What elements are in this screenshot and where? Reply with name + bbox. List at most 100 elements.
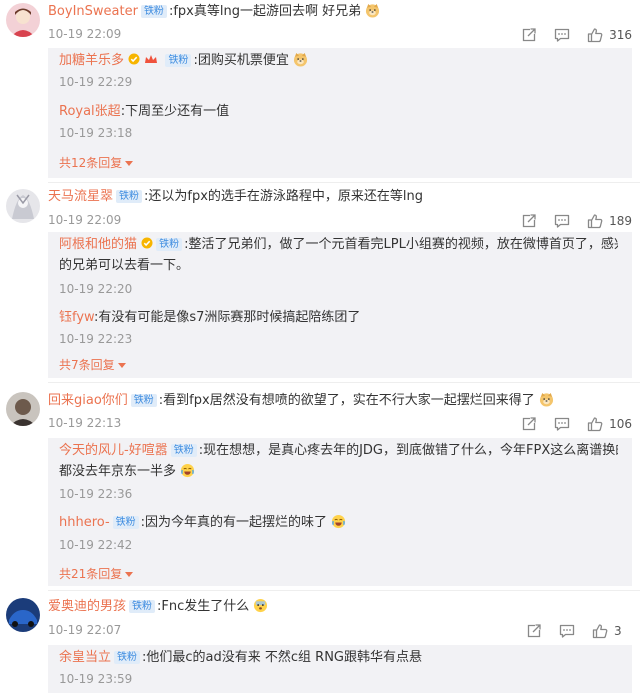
share-icon[interactable] (521, 416, 537, 432)
fan-badge[interactable]: 铁粉 (165, 54, 192, 67)
comment-icon[interactable] (559, 623, 575, 639)
doge-emoji (365, 3, 380, 18)
comment-username[interactable]: BoyInSweater (48, 4, 138, 19)
reply-time: 10-19 22:23 (59, 332, 133, 346)
reply-text-continued: 都没去年京东一半多 (59, 464, 177, 479)
like-icon[interactable] (587, 27, 603, 43)
reply-text: :有没有可能是像s7洲际赛那时候搞起陪练团了 (93, 310, 361, 325)
more-replies-label: 共21条回复 (59, 567, 123, 581)
comment-text: :Fnc发生了什么 (157, 599, 250, 614)
more-replies-link[interactable]: 共21条回复 (59, 565, 134, 582)
fan-badge[interactable]: 铁粉 (129, 600, 156, 613)
reply-time: 10-19 22:29 (59, 75, 133, 89)
comment-item: 回来giao你们 铁粉:看到fpx居然没有想喷的欲望了，实在不行大家一起摆烂回来得… (0, 386, 640, 591)
comment-body: BoyInSweater 铁粉:fpx真等lng一起游回去啊 好兄弟 (48, 3, 632, 21)
reply-item: 钰fyw:有没有可能是像s7洲际赛那时候搞起陪练团了 (59, 308, 618, 328)
reply-box: 余皇当立 铁粉:他们最c的ad没有来 不然c组 RNG跟韩华有点悬 10-19 2… (48, 645, 632, 693)
share-icon[interactable] (521, 213, 537, 229)
reply-box: 加糖羊乐多 铁粉:团购买机票便宜 10-19 22:29 Royal张超:下周至… (48, 48, 632, 178)
laugh-cry-emoji (180, 463, 195, 478)
reply-text: :现在想想，是真心疼去年的JDG，到底做错了什么，今年FPX这么离谱换的驽 (198, 443, 618, 458)
laugh-cry-emoji (331, 514, 346, 529)
comment-list: BoyInSweater 铁粉:fpx真等lng一起游回去啊 好兄弟 10-19 … (0, 0, 640, 693)
comment-time: 10-19 22:13 (48, 416, 122, 430)
comment-username[interactable]: 爱奥迪的男孩 (48, 599, 126, 614)
avatar[interactable] (6, 598, 40, 632)
reply-item: 余皇当立 铁粉:他们最c的ad没有来 不然c组 RNG跟韩华有点悬 (59, 648, 618, 668)
comment-icon[interactable] (554, 213, 570, 229)
doge-emoji (539, 392, 554, 407)
avatar[interactable] (6, 189, 40, 223)
comment-body: 爱奥迪的男孩 铁粉:Fnc发生了什么 (48, 598, 632, 616)
comment-actions: 316 (504, 27, 632, 43)
reply-username[interactable]: 阿根和他的猫 (59, 237, 137, 252)
reply-username[interactable]: 余皇当立 (59, 650, 111, 665)
reply-time: 10-19 23:59 (59, 672, 133, 686)
comment-body: 回来giao你们 铁粉:看到fpx居然没有想喷的欲望了，实在不行大家一起摆烂回来得… (48, 392, 632, 410)
comment-username[interactable]: 回来giao你们 (48, 393, 128, 408)
reply-text: :下周至少还有一值 (120, 104, 230, 119)
reply-username[interactable]: 今天的风儿-好喧嚣 (59, 443, 168, 458)
reply-item: hhhero- 铁粉:因为今年真的有一起摆烂的味了 (59, 513, 618, 533)
reply-item-continued: 都没去年京东一半多 (59, 462, 618, 482)
comment-body: 天马流星翠 铁粉:还以为fpx的选手在游泳路程中，原来还在等lng (48, 188, 632, 206)
fan-badge[interactable]: 铁粉 (140, 5, 167, 18)
comment-text: :还以为fpx的选手在游泳路程中，原来还在等lng (144, 189, 424, 204)
reply-username[interactable]: 钰fyw (59, 310, 94, 325)
fan-badge[interactable]: 铁粉 (112, 516, 139, 529)
reply-username[interactable]: 加糖羊乐多 (59, 53, 124, 68)
fan-badge[interactable]: 铁粉 (114, 651, 141, 664)
more-replies-label: 共7条回复 (59, 358, 115, 372)
fan-badge[interactable]: 铁粉 (116, 190, 143, 203)
like-icon[interactable] (587, 213, 603, 229)
comment-username[interactable]: 天马流星翠 (48, 189, 113, 204)
more-replies-link[interactable]: 共12条回复 (59, 154, 134, 171)
reply-item: 加糖羊乐多 铁粉:团购买机票便宜 (59, 51, 618, 71)
reply-text-continued: 的兄弟可以去看一下。 (59, 258, 190, 273)
comment-icon[interactable] (554, 416, 570, 432)
comment-item: 天马流星翠 铁粉:还以为fpx的选手在游泳路程中，原来还在等lng 10-19 2… (0, 186, 640, 381)
fan-badge[interactable]: 铁粉 (130, 394, 157, 407)
avatar[interactable] (6, 392, 40, 426)
fan-badge[interactable]: 铁粉 (170, 444, 197, 457)
share-icon[interactable] (526, 623, 542, 639)
reply-box: 阿根和他的猫 铁粉:整活了兄弟们，做了一个元首看完LPL小组赛的视频，放在微博首… (48, 232, 632, 378)
like-icon[interactable] (587, 416, 603, 432)
vip-icon (128, 53, 140, 65)
like-count: 106 (609, 417, 632, 431)
avatar[interactable] (6, 3, 40, 37)
more-replies-link[interactable]: 共7条回复 (59, 356, 126, 373)
reply-item: Royal张超:下周至少还有一值 (59, 102, 618, 122)
reply-text: :整活了兄弟们，做了一个元首看完LPL小组赛的视频，放在微博首页了，感兴趣 (184, 237, 618, 252)
share-icon[interactable] (521, 27, 537, 43)
fan-badge[interactable]: 铁粉 (156, 238, 183, 251)
comment-icon[interactable] (554, 27, 570, 43)
reply-box: 今天的风儿-好喧嚣 铁粉:现在想想，是真心疼去年的JDG，到底做错了什么，今年FP… (48, 438, 632, 586)
more-replies-label: 共12条回复 (59, 156, 123, 170)
scared-emoji (253, 598, 268, 613)
like-icon[interactable] (592, 623, 608, 639)
vip-icon (141, 237, 153, 249)
crown-icon (145, 55, 158, 63)
comment-item: 爱奥迪的男孩 铁粉:Fnc发生了什么 10-19 22:07 3 余皇当立 铁粉:他… (0, 594, 640, 693)
reply-time: 10-19 23:18 (59, 126, 133, 140)
chevron-down-icon (125, 161, 134, 166)
comment-actions: 3 (509, 623, 632, 639)
divider (48, 590, 640, 591)
like-count: 3 (614, 624, 622, 638)
reply-time: 10-19 22:36 (59, 487, 133, 501)
reply-item: 阿根和他的猫 铁粉:整活了兄弟们，做了一个元首看完LPL小组赛的视频，放在微博首… (59, 235, 618, 255)
comment-time: 10-19 22:09 (48, 27, 122, 41)
divider (48, 382, 640, 383)
reply-item: 今天的风儿-好喧嚣 铁粉:现在想想，是真心疼去年的JDG，到底做错了什么，今年FP… (59, 441, 618, 461)
reply-username[interactable]: hhhero- (59, 515, 110, 530)
reply-time: 10-19 22:20 (59, 282, 133, 296)
reply-username[interactable]: Royal张超 (59, 104, 121, 119)
comment-time: 10-19 22:09 (48, 213, 122, 227)
comment-actions: 189 (504, 213, 632, 229)
comment-time: 10-19 22:07 (48, 623, 122, 637)
divider (48, 182, 640, 183)
reply-text: :团购买机票便宜 (193, 53, 289, 68)
chevron-down-icon (117, 363, 126, 368)
chevron-down-icon (125, 572, 134, 577)
